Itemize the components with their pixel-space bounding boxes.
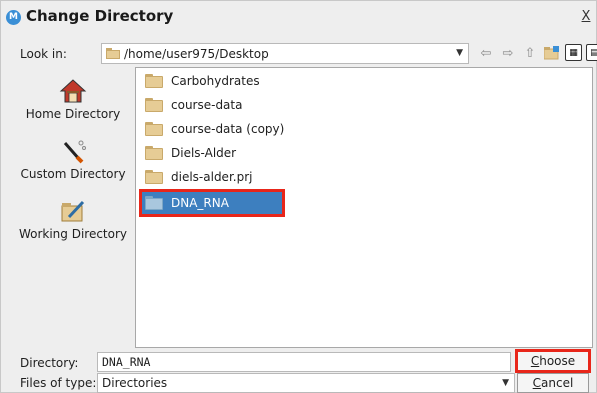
- list-item[interactable]: Carbohydrates: [142, 70, 263, 92]
- app-icon: M: [6, 10, 21, 25]
- look-in-combo[interactable]: /home/user975/Desktop ▼: [101, 43, 469, 64]
- title-bar: M Change Directory X: [1, 1, 596, 35]
- shortcut-label: Home Directory: [25, 107, 121, 121]
- list-item[interactable]: diels-alder.prj: [142, 166, 255, 188]
- files-of-type-label: Files of type:: [20, 376, 97, 390]
- shortcut-home-directory[interactable]: Home Directory: [13, 77, 133, 121]
- change-directory-dialog: M Change Directory X Look in: /home/user…: [0, 0, 597, 393]
- directory-label: Directory:: [20, 356, 79, 370]
- look-in-path: /home/user975/Desktop: [124, 46, 269, 61]
- list-item[interactable]: Diels-Alder: [142, 142, 239, 164]
- shortcut-label: Custom Directory: [20, 167, 126, 181]
- back-icon[interactable]: ⇦: [477, 44, 495, 62]
- file-name: course-data (copy): [171, 122, 285, 136]
- list-view-icon[interactable]: ▦: [565, 44, 582, 61]
- list-item[interactable]: course-data: [142, 94, 245, 116]
- folder-icon: [145, 74, 163, 88]
- navigation-toolbar: ⇦ ⇨ ⇧ ▦ ▤: [477, 44, 597, 62]
- close-icon[interactable]: X: [579, 10, 593, 24]
- cancel-mnemonic: C: [532, 376, 542, 390]
- cancel-button[interactable]: Cancel: [517, 373, 589, 393]
- folder-icon: [106, 48, 120, 59]
- folder-icon: [145, 122, 163, 136]
- new-folder-icon[interactable]: [543, 44, 561, 62]
- folder-icon: [145, 170, 163, 184]
- choose-mnemonic: C: [530, 354, 540, 368]
- shortcut-label: Working Directory: [18, 227, 128, 241]
- chevron-down-icon: ▼: [502, 378, 509, 388]
- up-folder-icon[interactable]: ⇧: [521, 44, 539, 62]
- folder-pen-icon: [61, 200, 85, 222]
- brush-icon: [63, 140, 86, 164]
- dialog-title: Change Directory: [26, 7, 174, 25]
- choose-label: hoose: [539, 354, 576, 368]
- file-name: DNA_RNA: [171, 196, 229, 210]
- shortcut-working-directory[interactable]: Working Directory: [13, 197, 133, 241]
- details-view-icon[interactable]: ▤: [586, 44, 597, 61]
- folder-icon: [145, 196, 163, 210]
- file-name: diels-alder.prj: [171, 170, 253, 184]
- home-icon: [59, 79, 87, 103]
- shortcut-custom-directory[interactable]: Custom Directory: [13, 137, 133, 181]
- file-list[interactable]: Carbohydrates course-data course-data (c…: [135, 67, 593, 348]
- folder-icon: [145, 146, 163, 160]
- list-item-selected[interactable]: DNA_RNA: [139, 189, 285, 217]
- choose-button[interactable]: Choose: [515, 349, 591, 373]
- look-in-label: Look in:: [20, 47, 67, 61]
- cancel-label: ancel: [541, 376, 574, 390]
- files-of-type-value: Directories: [102, 376, 168, 390]
- forward-icon[interactable]: ⇨: [499, 44, 517, 62]
- chevron-down-icon: ▼: [456, 48, 463, 58]
- list-item[interactable]: course-data (copy): [142, 118, 287, 140]
- directory-input[interactable]: DNA_RNA: [97, 352, 511, 372]
- file-name: Carbohydrates: [171, 74, 260, 88]
- folder-icon: [145, 98, 163, 112]
- file-name: course-data: [171, 98, 243, 112]
- file-name: Diels-Alder: [171, 146, 237, 160]
- files-of-type-select[interactable]: Directories ▼: [97, 373, 515, 393]
